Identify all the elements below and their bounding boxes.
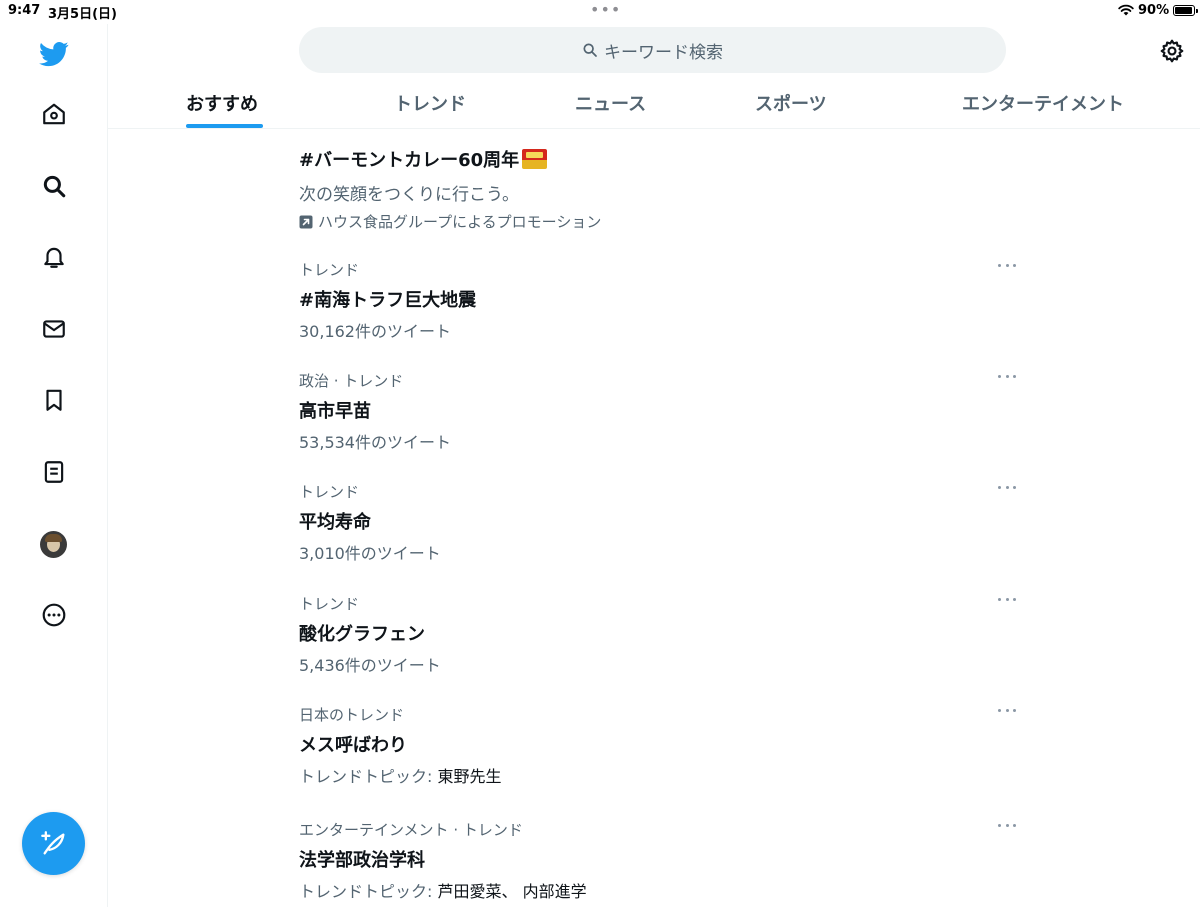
more-options-icon[interactable]: [998, 819, 1016, 831]
battery-percent: 90%: [1138, 3, 1170, 18]
tab-sports[interactable]: スポーツ: [755, 90, 827, 116]
multitask-dots[interactable]: •••: [590, 0, 621, 19]
trend-item[interactable]: 政治 · トレンド 高市早苗 53,534件のツイート: [299, 370, 1029, 453]
trend-name: #南海トラフ巨大地震: [299, 290, 477, 311]
more-options-icon[interactable]: [998, 481, 1016, 493]
bell-icon[interactable]: [34, 237, 74, 277]
twitter-logo-icon[interactable]: [34, 34, 74, 74]
home-icon[interactable]: [34, 94, 74, 134]
battery-icon: [1173, 5, 1198, 16]
trend-topic-line: トレンドトピック: 東野先生: [299, 763, 1029, 787]
trend-name: 平均寿命: [299, 512, 371, 533]
trend-item[interactable]: トレンド 平均寿命 3,010件のツイート: [299, 481, 1029, 564]
trend-meta: エンターテインメント · トレンド: [299, 821, 523, 839]
trend-name: 酸化グラフェン: [299, 624, 425, 645]
trend-count: 30,162件のツイート: [299, 322, 451, 341]
trend-count: 53,534件のツイート: [299, 433, 451, 452]
curry-emoji-icon: [522, 149, 548, 169]
trend-count: 5,436件のツイート: [299, 656, 441, 675]
bookmark-icon[interactable]: [34, 380, 74, 420]
trend-meta: トレンド: [299, 483, 360, 501]
more-options-icon[interactable]: [998, 370, 1016, 382]
wifi-icon: [1118, 4, 1134, 16]
trend-name: 高市早苗: [299, 401, 371, 422]
status-time: 9:47: [8, 3, 41, 18]
search-nav-icon[interactable]: [34, 166, 74, 206]
trend-item[interactable]: エンターテインメント · トレンド 法学部政治学科 トレンドトピック: 芦田愛菜…: [299, 819, 1029, 902]
lists-icon[interactable]: [34, 452, 74, 492]
tab-trends[interactable]: トレンド: [394, 90, 466, 116]
trend-item[interactable]: 日本のトレンド メス呼ばわり トレンドトピック: 東野先生: [299, 704, 1029, 787]
trend-topic: 芦田愛菜、 内部進学: [437, 882, 587, 901]
trend-meta: トレンド: [299, 261, 360, 279]
avatar[interactable]: [40, 531, 67, 558]
trend-meta: 政治 · トレンド: [299, 372, 404, 390]
trend-meta: トレンド: [299, 595, 360, 613]
search-icon: [583, 43, 597, 57]
more-options-icon[interactable]: [998, 259, 1016, 271]
tab-news[interactable]: ニュース: [575, 90, 646, 116]
trend-name: メス呼ばわり: [299, 735, 407, 756]
status-date: 3月5日(日): [48, 7, 117, 22]
promoted-trend[interactable]: #バーモントカレー60周年 次の笑顔をつくりに行こう。 ハウス食品グループによる…: [299, 146, 601, 232]
mail-icon[interactable]: [34, 309, 74, 349]
tab-recommended[interactable]: おすすめ: [186, 90, 258, 116]
trend-name: 法学部政治学科: [299, 850, 425, 871]
active-tab-indicator: [186, 124, 263, 128]
more-options-icon[interactable]: [998, 704, 1016, 716]
gear-icon[interactable]: [1159, 38, 1185, 64]
search-placeholder: キーワード検索: [604, 42, 723, 63]
promo-subtitle: 次の笑顔をつくりに行こう。: [299, 185, 519, 205]
status-bar: 9:47 3月5日(日) ••• 90%: [0, 0, 1200, 24]
trend-topic-label: トレンドトピック:: [299, 882, 438, 901]
promo-byline: ハウス食品グループによるプロモーション: [318, 213, 602, 231]
promo-title: #バーモントカレー60周年: [299, 150, 520, 171]
more-circle-icon[interactable]: [34, 595, 74, 635]
tab-entertainment[interactable]: エンターテイメント: [962, 90, 1124, 116]
trend-item[interactable]: トレンド #南海トラフ巨大地震 30,162件のツイート: [299, 259, 1029, 342]
trend-topic: 東野先生: [437, 767, 502, 786]
trend-count: 3,010件のツイート: [299, 544, 441, 563]
more-options-icon[interactable]: [998, 593, 1016, 605]
trend-meta: 日本のトレンド: [299, 706, 405, 724]
trend-item[interactable]: トレンド 酸化グラフェン 5,436件のツイート: [299, 593, 1029, 676]
search-input[interactable]: キーワード検索: [299, 27, 1006, 73]
compose-button[interactable]: [22, 812, 85, 875]
trend-topic-line: トレンドトピック: 芦田愛菜、 内部進学: [299, 878, 1029, 902]
sidebar: [0, 24, 108, 907]
feather-plus-icon: [40, 830, 64, 854]
promoted-arrow-icon: [299, 215, 313, 228]
trend-topic-label: トレンドトピック:: [299, 767, 438, 786]
explore-tabs: おすすめ トレンド ニュース スポーツ エンターテイメント: [108, 82, 1200, 129]
